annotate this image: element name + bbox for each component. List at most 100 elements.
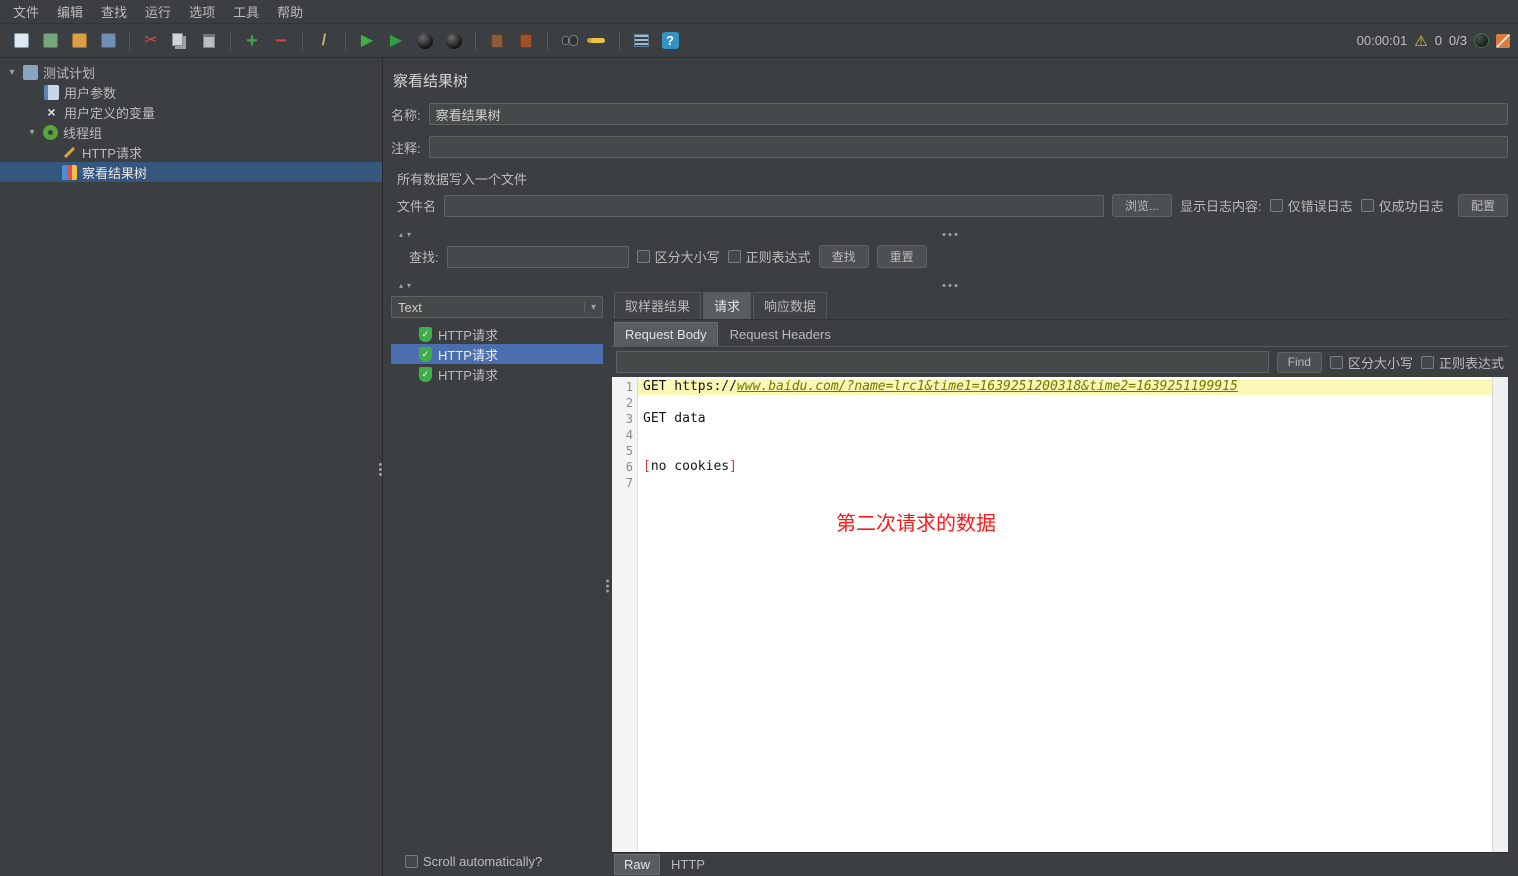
server-status-icon[interactable]: [1474, 33, 1489, 48]
start-no-pauses-button[interactable]: ▶: [383, 28, 409, 54]
active-threads-count: 0/3: [1448, 33, 1467, 48]
splitter-collapse-up-icon[interactable]: ▴: [399, 230, 403, 239]
clear-button[interactable]: [484, 28, 510, 54]
splitter-grip-icon[interactable]: [942, 284, 957, 287]
line-number: 4: [625, 428, 633, 442]
success-only-checkbox[interactable]: 仅成功日志: [1360, 196, 1444, 215]
result-item-http-request[interactable]: ✓ HTTP请求: [391, 364, 603, 384]
paste-icon: [203, 33, 215, 48]
collapse-all-button[interactable]: −: [268, 28, 294, 54]
search-input[interactable]: [446, 245, 629, 268]
binoculars-icon: [561, 36, 569, 45]
warning-indicator-icon[interactable]: ⚠: [1414, 32, 1427, 50]
write-results-group-title: 所有数据写入一个文件: [397, 172, 528, 187]
shutdown-button[interactable]: [441, 28, 467, 54]
tree-item-thread-group[interactable]: ▾ 线程组: [0, 122, 382, 142]
request-line-cookies: [no cookies]: [643, 459, 737, 474]
view-mode-dropdown[interactable]: Text ▾: [391, 296, 603, 318]
tab-request-headers[interactable]: Request Headers: [720, 323, 841, 346]
function-helper-button[interactable]: [628, 28, 654, 54]
chevron-expanded-icon[interactable]: ▾: [6, 67, 18, 78]
toolbar-separator: [619, 30, 620, 51]
render-mode-tabs: Raw HTTP: [612, 852, 1508, 876]
detail-regex-checkbox[interactable]: 正则表达式: [1420, 353, 1504, 372]
errors-only-checkbox[interactable]: 仅错误日志: [1269, 196, 1353, 215]
start-button[interactable]: ▶: [354, 28, 380, 54]
comment-input[interactable]: [428, 136, 1508, 158]
name-input[interactable]: [428, 103, 1508, 125]
start-icon: ▶: [360, 31, 374, 49]
request-url-link[interactable]: www.baidu.com/?name=lrc1&time1=163925120…: [737, 379, 1238, 394]
open-button[interactable]: [66, 28, 92, 54]
tab-request-body[interactable]: Request Body: [614, 322, 718, 346]
tree-splitter-handle[interactable]: [379, 463, 382, 476]
clear-all-button[interactable]: [513, 28, 539, 54]
menu-file[interactable]: 文件: [4, 0, 48, 23]
menu-search[interactable]: 查找: [92, 0, 136, 23]
horizontal-splitter[interactable]: ▴ ▾: [391, 228, 1508, 241]
regex-checkbox[interactable]: 正则表达式: [727, 247, 811, 266]
copy-button[interactable]: [167, 28, 193, 54]
tree-item-test-plan[interactable]: ▾ 测试计划: [0, 62, 382, 82]
filename-input[interactable]: [444, 194, 1105, 217]
detail-case-sensitive-checkbox[interactable]: 区分大小写: [1329, 353, 1413, 372]
editor-scrollbar[interactable]: [1492, 377, 1508, 852]
chevron-expanded-icon[interactable]: ▾: [26, 127, 38, 138]
splitter-collapse-down-icon[interactable]: ▾: [407, 281, 411, 290]
configure-button[interactable]: 配置: [1457, 194, 1508, 217]
detail-search-input[interactable]: [616, 351, 1269, 373]
filename-row: 文件名 浏览... 显示日志内容: 仅错误日志 仅成功日志 配置: [391, 194, 1508, 217]
expand-all-button[interactable]: +: [239, 28, 265, 54]
templates-button[interactable]: [37, 28, 63, 54]
splitter-grip-icon[interactable]: [606, 579, 609, 593]
stop-button[interactable]: [412, 28, 438, 54]
tab-response-data[interactable]: 响应数据: [753, 292, 828, 319]
tab-http[interactable]: HTTP: [662, 855, 714, 874]
search-button[interactable]: [556, 28, 582, 54]
menu-options[interactable]: 选项: [180, 0, 224, 23]
detail-find-button[interactable]: Find: [1276, 351, 1322, 373]
tree-item-label: 用户参数: [64, 85, 117, 101]
new-file-button[interactable]: [8, 28, 34, 54]
result-item-label: HTTP请求: [438, 347, 498, 363]
search-reset-button[interactable]: 重置: [876, 245, 927, 268]
line-number-gutter: 1 2 3 4 5 6 7: [612, 377, 638, 852]
menu-run[interactable]: 运行: [136, 0, 180, 23]
request-body-editor[interactable]: 1 2 3 4 5 6 7 GET https://www.baidu.com/…: [612, 377, 1508, 852]
function-helper-icon: [633, 34, 649, 47]
search-find-button[interactable]: 查找: [818, 245, 869, 268]
tab-sampler-result[interactable]: 取样器结果: [614, 292, 702, 319]
tree-item-user-parameters[interactable]: 用户参数: [0, 82, 382, 102]
horizontal-splitter[interactable]: ▴ ▾: [391, 279, 1508, 292]
tab-raw[interactable]: Raw: [614, 854, 661, 875]
case-sensitive-label: 区分大小写: [654, 250, 720, 265]
regex-label: 正则表达式: [745, 250, 811, 265]
splitter-collapse-down-icon[interactable]: ▾: [407, 230, 411, 239]
menu-help[interactable]: 帮助: [268, 0, 312, 23]
help-button[interactable]: ?: [657, 28, 683, 54]
splitter-collapse-up-icon[interactable]: ▴: [399, 281, 403, 290]
tab-request[interactable]: 请求: [703, 292, 752, 319]
splitter-grip-icon[interactable]: [942, 233, 957, 236]
case-sensitive-checkbox[interactable]: 区分大小写: [636, 247, 720, 266]
search-reset-button[interactable]: [585, 28, 611, 54]
cut-button[interactable]: ✂: [138, 28, 164, 54]
chevron-down-icon: ▾: [583, 301, 596, 313]
tree-item-user-defined-variables[interactable]: × 用户定义的变量: [0, 102, 382, 122]
save-button[interactable]: [95, 28, 121, 54]
result-item-label: HTTP请求: [438, 367, 498, 383]
browse-button[interactable]: 浏览...: [1112, 194, 1173, 217]
results-vertical-splitter[interactable]: [603, 296, 612, 876]
success-shield-icon: ✓: [419, 346, 432, 362]
toggle-button[interactable]: /: [311, 28, 337, 54]
tree-item-http-request[interactable]: HTTP请求: [0, 142, 382, 162]
menu-edit[interactable]: 编辑: [48, 0, 92, 23]
paste-button[interactable]: [196, 28, 222, 54]
result-item-http-request[interactable]: ✓ HTTP请求: [391, 344, 603, 364]
tree-item-view-results-tree[interactable]: 察看结果树: [0, 162, 382, 182]
key-icon: [591, 38, 605, 43]
log-toggle-icon[interactable]: [1496, 33, 1510, 48]
menu-tools[interactable]: 工具: [224, 0, 268, 23]
scroll-automatically-checkbox[interactable]: Scroll automatically?: [405, 854, 542, 869]
result-item-http-request[interactable]: ✓ HTTP请求: [391, 324, 603, 344]
